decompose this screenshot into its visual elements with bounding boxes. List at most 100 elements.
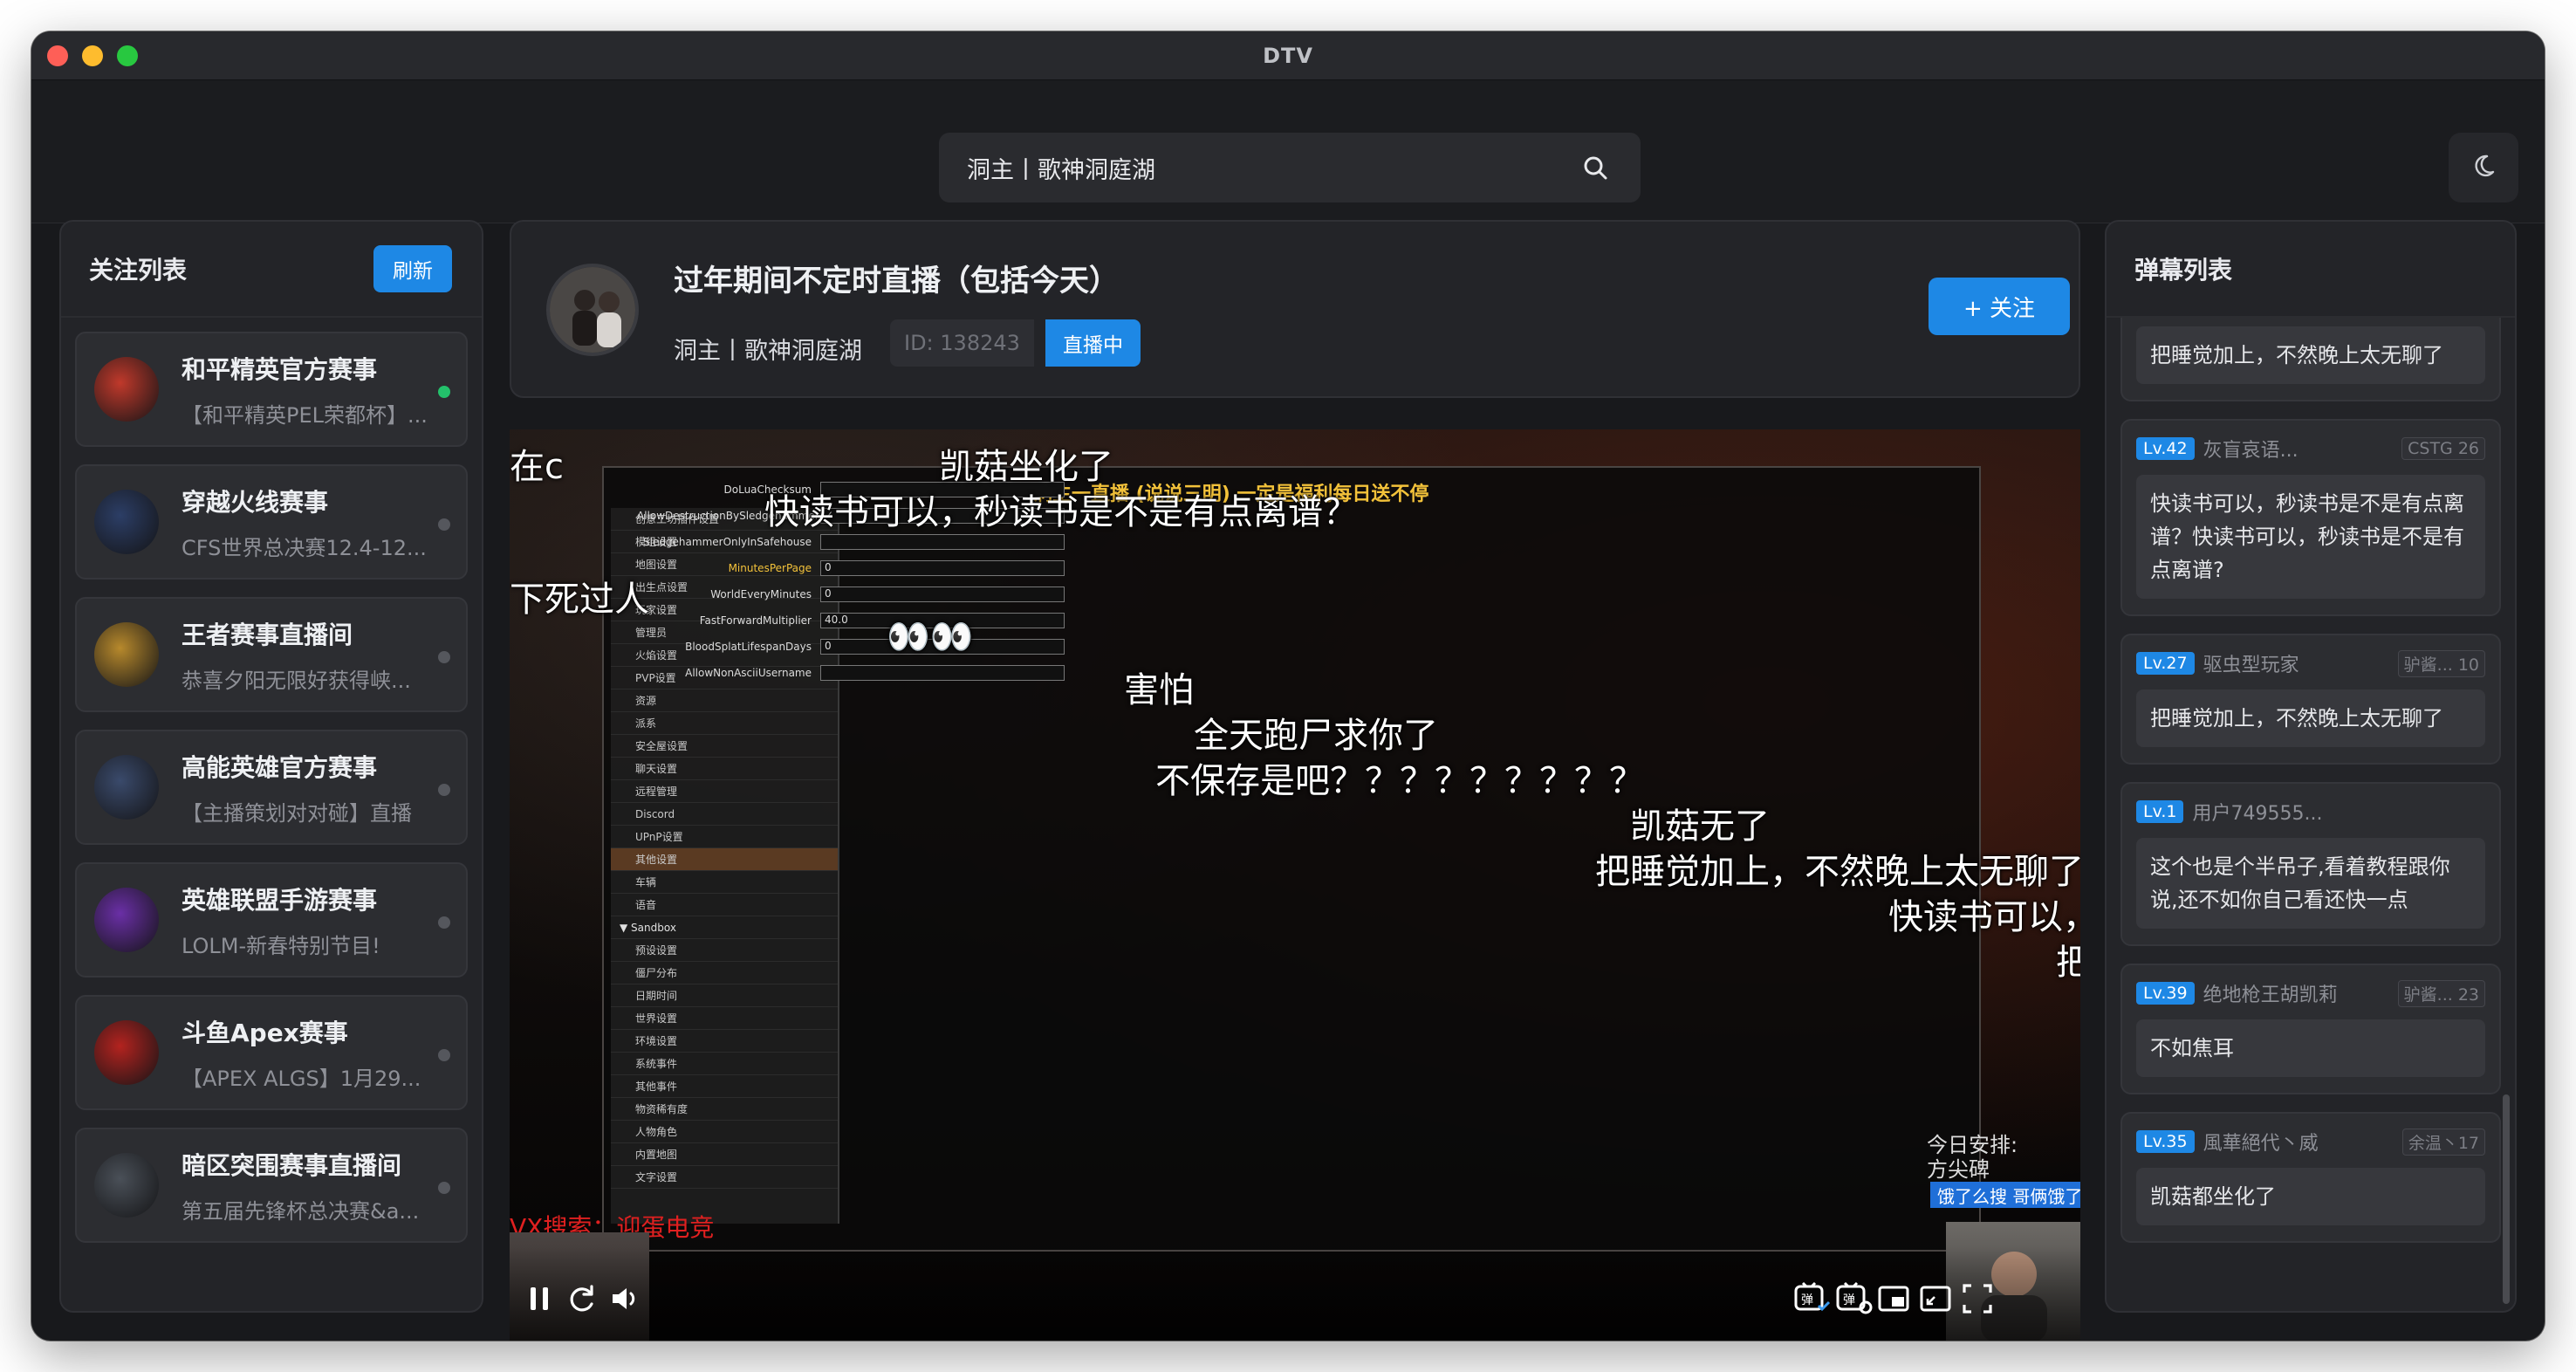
danmaku-message: 凯菇都坐化了 — [2136, 1168, 2485, 1225]
live-status-dot — [438, 518, 450, 531]
danmaku-text: 凯菇坐化了 — [939, 447, 1113, 487]
live-status-dot — [438, 784, 450, 796]
channel-avatar — [94, 357, 159, 422]
follow-panel-title: 关注列表 — [89, 256, 188, 285]
follow-panel-header: 关注列表 刷新 — [61, 222, 482, 318]
channel-subtitle: 第五届先锋杯总决赛&a... — [182, 1198, 420, 1224]
channel-name: 暗区突围赛事直播间 — [182, 1150, 402, 1180]
danmaku-message: 这个也是个半吊子,看着教程跟你说,还不如你自己看还快一点 — [2136, 838, 2485, 929]
danmaku-text: 快读书可以，秒 — [1888, 897, 2080, 937]
danmaku-text: 全天跑尸求你了 — [1194, 716, 1438, 756]
danmaku-message: 把睡觉加上，不然晚上太无聊了 — [2136, 689, 2485, 747]
game-setting-field — [820, 665, 1065, 681]
channel-subtitle: CFS世界总决赛12.4-12... — [182, 535, 427, 560]
follow-item[interactable]: 和平精英官方赛事【和平精英PEL荣都杯】... — [75, 332, 468, 447]
follow-item[interactable]: 王者赛事直播间 恭喜夕阳无限好获得峡... — [75, 597, 468, 712]
theme-toggle-button[interactable] — [2449, 133, 2518, 202]
game-setting-label: AllowNonAsciiUsername — [685, 667, 812, 679]
live-status-dot — [438, 1049, 450, 1061]
fullscreen-button[interactable] — [1956, 1278, 1998, 1320]
channel-avatar — [94, 755, 159, 820]
channel-avatar — [94, 888, 159, 952]
refresh-stream-button[interactable] — [560, 1278, 602, 1320]
minimize-window-button[interactable] — [82, 45, 103, 66]
game-menu-item: 其他事件 — [611, 1075, 838, 1098]
danmaku-toggle-button[interactable]: 弹 — [1791, 1278, 1833, 1320]
game-menu-item: Discord — [611, 803, 838, 826]
user-level-badge: Lv.27 — [2136, 652, 2195, 675]
title-bar: DTV — [31, 31, 2545, 80]
moon-icon — [2470, 153, 2497, 182]
danmaku-panel: 弹幕列表 把睡觉加上，不然晚上太无聊了 Lv.42 灰盲哀语... CSTG 26 快读… — [2105, 220, 2517, 1313]
danmaku-list[interactable]: 把睡觉加上，不然晚上太无聊了 Lv.42 灰盲哀语... CSTG 26 快读书可以，秒… — [2107, 318, 2515, 1311]
streamer-avatar[interactable] — [546, 264, 639, 356]
live-status-dot — [438, 916, 450, 929]
live-status-badge: 直播中 — [1045, 319, 1141, 367]
danmaku-meta: Lv.27 驱虫型玩家 驴酱... 10 — [2136, 649, 2485, 677]
live-status-dot — [438, 651, 450, 663]
refresh-button[interactable]: 刷新 — [373, 245, 452, 292]
search-icon[interactable] — [1578, 150, 1613, 185]
game-menu-item: 远程管理 — [611, 780, 838, 803]
search-input[interactable] — [967, 154, 1578, 182]
game-menu-item: UPnP设置 — [611, 826, 838, 848]
danmaku-text: 👀👀 — [887, 617, 974, 657]
game-menu-item: 派系 — [611, 712, 838, 735]
follow-item[interactable]: 暗区突围赛事直播间第五届先锋杯总决赛&a... — [75, 1128, 468, 1243]
danmaku-message: 不如焦耳 — [2136, 1019, 2485, 1077]
game-menu-item: 僵尸分布 — [611, 962, 838, 984]
channel-subtitle: 【APEX ALGS】1月29... — [182, 1066, 421, 1091]
channel-subtitle: 恭喜夕阳无限好获得峡... — [182, 668, 411, 693]
close-window-button[interactable] — [47, 45, 68, 66]
volume-button[interactable] — [604, 1278, 646, 1320]
follow-item[interactable]: 斗鱼Apex赛事 【APEX ALGS】1月29... — [75, 995, 468, 1110]
room-title: 过年期间不定时直播（包括今天） — [674, 264, 1119, 298]
pause-button[interactable] — [518, 1278, 560, 1320]
follow-item-text: 斗鱼Apex赛事 【APEX ALGS】1月29... — [182, 1014, 443, 1092]
follow-item-text: 和平精英官方赛事【和平精英PEL荣都杯】... — [182, 351, 443, 429]
maximize-window-button[interactable] — [117, 45, 138, 66]
danmaku-item: Lv.35 風華絕代丶威 余温丶17 凯菇都坐化了 — [2120, 1112, 2501, 1243]
channel-subtitle: 【和平精英PEL荣都杯】... — [182, 402, 428, 428]
channel-avatar — [94, 622, 159, 687]
game-setting-label: WorldEveryMinutes — [710, 588, 812, 600]
danmaku-text: 凯菇无了 — [1630, 806, 1770, 847]
fan-badge: 驴酱... 23 — [2397, 979, 2485, 1007]
danmaku-text: 把睡觉加上，不然晚上太无聊了 — [1595, 852, 2080, 892]
user-level-badge: Lv.35 — [2136, 1130, 2195, 1153]
danmaku-meta: Lv.1 用户749555... — [2136, 798, 2485, 826]
game-menu-item: 日期时间 — [611, 984, 838, 1007]
follow-item[interactable]: 穿越火线赛事 CFS世界总决赛12.4-12... — [75, 464, 468, 580]
danmaku-username: 風華絕代丶威 — [2203, 1133, 2319, 1155]
channel-subtitle: LOLM-新春特别节目! — [182, 933, 380, 958]
picture-in-picture-button[interactable] — [1873, 1278, 1915, 1320]
stream-info-card: 过年期间不定时直播（包括今天） 洞主丨歌神洞庭湖 ID: 138243 直播中 … — [510, 220, 2080, 398]
live-status-dot — [438, 386, 450, 398]
channel-name: 高能英雄官方赛事 — [182, 752, 378, 782]
danmaku-panel-header: 弹幕列表 — [2107, 222, 2515, 318]
sponsor-banner: 饿了么搜 哥俩饿了 — [1930, 1182, 2080, 1208]
game-menu-item: ▼ Sandbox — [611, 916, 838, 939]
game-menu-item: 物资稀有度 — [611, 1098, 838, 1121]
video-player[interactable]: 洞主一直播 (说说三明) 一定是福利每日送不停 创意工坊插件设置 模组设置 地图设置… — [510, 429, 2080, 1341]
danmaku-text: 下死过人 — [510, 580, 649, 620]
follow-button[interactable]: + 关注 — [1929, 278, 2070, 335]
danmaku-username: 用户749555... — [2192, 803, 2323, 825]
web-fullscreen-button[interactable] — [1915, 1278, 1956, 1320]
game-menu-item: 环境设置 — [611, 1030, 838, 1053]
room-id: ID: 138243 — [890, 319, 1034, 367]
danmaku-scrollbar[interactable] — [2503, 1094, 2510, 1304]
schedule-caption: 今日安排: 方尖碑 — [1927, 1133, 2018, 1182]
follow-item-text: 穿越火线赛事 CFS世界总决赛12.4-12... — [182, 484, 443, 561]
danmaku-item: Lv.1 用户749555... 这个也是个半吊子,看着教程跟你说,还不如你自己看还… — [2120, 782, 2501, 946]
follow-item[interactable]: 高能英雄官方赛事 【主播策划对对碰】直播 — [75, 730, 468, 845]
danmaku-username: 驱虫型玩家 — [2203, 655, 2299, 676]
window-title: DTV — [1263, 43, 1313, 68]
follow-item[interactable]: 英雄联盟手游赛事 LOLM-新春特别节目! — [75, 862, 468, 978]
danmaku-username: 灰盲哀语... — [2203, 440, 2299, 462]
danmaku-settings-button[interactable]: 弹 — [1833, 1278, 1874, 1320]
channel-name: 和平精英官方赛事 — [182, 354, 378, 384]
game-menu-item: 资源 — [611, 689, 838, 712]
channel-avatar — [94, 1020, 159, 1085]
game-setting-field — [820, 534, 1065, 550]
